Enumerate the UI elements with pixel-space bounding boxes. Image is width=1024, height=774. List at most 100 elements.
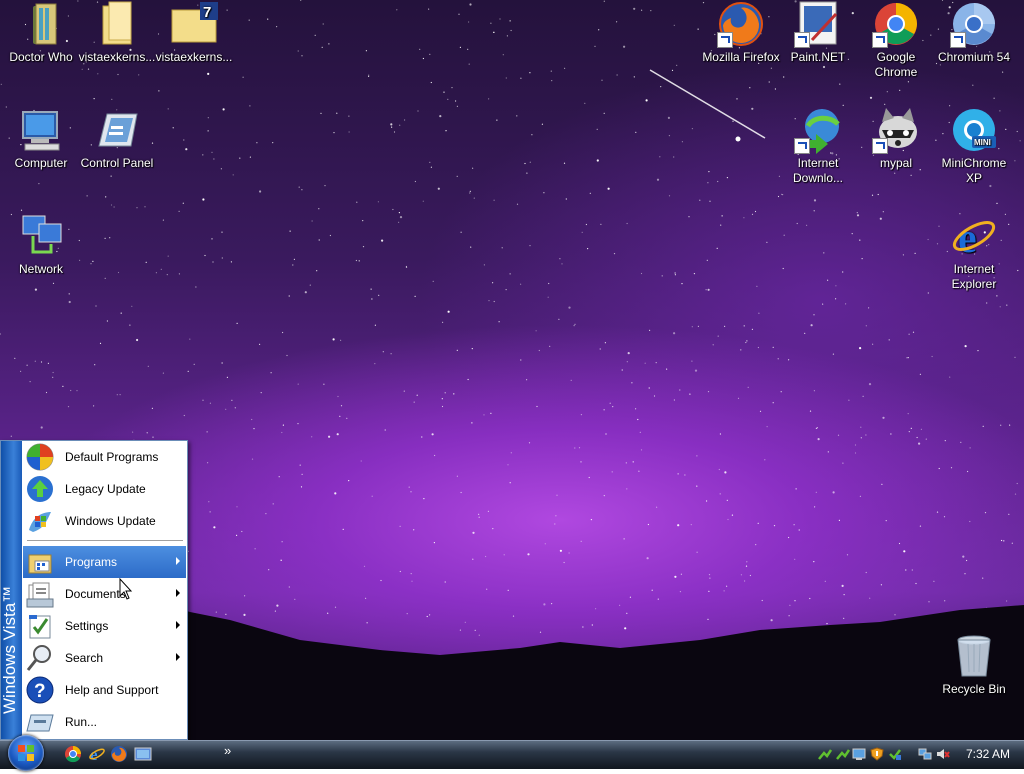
menu-item-programs[interactable]: Programs xyxy=(23,546,186,578)
minichrome-icon: MINI xyxy=(950,106,998,154)
menu-separator xyxy=(27,540,183,542)
start-button[interactable] xyxy=(8,735,44,771)
quick-launch-show-desktop[interactable] xyxy=(134,745,152,763)
desktop-icon-label: Computer xyxy=(14,156,68,170)
network-icon[interactable] xyxy=(818,747,832,761)
network-icon xyxy=(17,212,65,260)
desktop-icon-internet-download-manager[interactable]: Internet Downlo... xyxy=(777,106,859,186)
start-menu-brand-bar: Windows Vista™ xyxy=(0,441,22,739)
firefox-icon xyxy=(111,746,127,762)
submenu-arrow-icon xyxy=(176,589,180,597)
desktop-icon-vistaexkerns-2[interactable]: 7 vistaexkerns... xyxy=(153,0,235,65)
desktop-icon-label: Paint.NET xyxy=(790,50,846,64)
menu-item-search[interactable]: Search xyxy=(23,642,186,674)
menu-item-label: Legacy Update xyxy=(65,482,146,496)
desktop-icon-label: Doctor Who xyxy=(9,50,73,64)
computer-icon xyxy=(17,106,65,154)
desktop-icon-label: vistaexkerns... xyxy=(78,50,156,64)
quick-launch-overflow-button[interactable]: » xyxy=(224,743,231,758)
menu-item-windows-update[interactable]: Windows Update xyxy=(23,505,186,537)
chrome-icon xyxy=(65,746,81,763)
recycle-bin-icon xyxy=(950,632,998,680)
update-icon[interactable] xyxy=(888,747,902,761)
volume-muted-icon[interactable] xyxy=(936,747,950,761)
connection-icon[interactable] xyxy=(918,747,932,761)
search-icon xyxy=(25,643,55,673)
desktop-icon-chromium[interactable]: Chromium 54 xyxy=(933,0,1015,65)
folder-icon xyxy=(17,0,65,48)
submenu-arrow-icon xyxy=(176,621,180,629)
menu-item-label: Windows Update xyxy=(65,514,156,528)
desktop-icon-firefox[interactable]: Mozilla Firefox xyxy=(700,0,782,65)
desktop-icon-control-panel[interactable]: Control Panel xyxy=(76,106,158,171)
desktop-icon-google-chrome[interactable]: Google Chrome xyxy=(855,0,937,80)
shortcut-arrow-icon xyxy=(794,32,810,48)
folder-icon xyxy=(93,0,141,48)
mouse-cursor-icon xyxy=(119,578,133,600)
display-icon[interactable] xyxy=(852,747,866,761)
menu-item-legacy-update[interactable]: Legacy Update xyxy=(23,473,186,505)
desktop-icon-label: Network xyxy=(18,262,63,276)
svg-text:MINI: MINI xyxy=(974,138,991,147)
desktop-icon-label: MiniChrome XP xyxy=(941,156,1007,185)
shortcut-arrow-icon xyxy=(872,32,888,48)
desktop-icon-label: Internet Explorer xyxy=(951,262,997,291)
desktop-icon-label: Chromium 54 xyxy=(937,50,1011,64)
desktop-icon-doctor-who[interactable]: Doctor Who xyxy=(0,0,82,65)
menu-item-label: Programs xyxy=(65,555,118,569)
chrome-icon xyxy=(872,0,920,48)
svg-text:?: ? xyxy=(34,681,46,702)
windows-update-icon xyxy=(25,506,55,536)
menu-item-help-and-support[interactable]: ? Help and Support xyxy=(23,674,186,706)
security-shield-icon[interactable] xyxy=(870,747,884,761)
shortcut-arrow-icon xyxy=(872,138,888,154)
default-programs-icon xyxy=(25,442,55,472)
desktop-icon-recycle-bin[interactable]: Recycle Bin xyxy=(933,632,1015,697)
documents-icon xyxy=(25,579,55,609)
menu-item-default-programs[interactable]: Default Programs xyxy=(23,441,186,473)
desktop-icon-internet-explorer[interactable]: e Internet Explorer xyxy=(933,212,1015,292)
download-manager-icon xyxy=(794,106,842,154)
settings-icon xyxy=(25,611,55,641)
quick-launch-internet-explorer[interactable]: e xyxy=(88,745,106,764)
svg-text:7: 7 xyxy=(203,4,211,21)
help-icon: ? xyxy=(25,675,55,705)
menu-item-settings[interactable]: Settings xyxy=(23,610,186,642)
desktop-icon-label: Mozilla Firefox xyxy=(702,50,780,64)
desktop-icon-label: vistaexkerns... xyxy=(155,50,233,64)
network-icon[interactable] xyxy=(836,747,850,761)
desktop-icon-label: mypal xyxy=(879,156,912,170)
menu-item-label: Default Programs xyxy=(65,450,159,464)
desktop-icon-computer[interactable]: Computer xyxy=(0,106,82,171)
desktop-icon-label: Recycle Bin xyxy=(942,682,1006,696)
desktop-icon-label: Google Chrome xyxy=(874,50,918,79)
desktop-icon-vistaexkerns-1[interactable]: vistaexkerns... xyxy=(76,0,158,65)
control-panel-icon xyxy=(93,106,141,154)
shortcut-arrow-icon xyxy=(794,138,810,154)
submenu-arrow-icon xyxy=(176,653,180,661)
chromium-icon xyxy=(950,0,998,48)
menu-item-label: Search xyxy=(65,651,104,665)
start-menu-brand-text: Windows Vista™ xyxy=(0,585,19,714)
paint-net-icon xyxy=(794,0,842,48)
menu-item-label: Run... xyxy=(65,715,98,729)
menu-item-label: Documents xyxy=(65,587,126,601)
desktop-icon-paint-net[interactable]: Paint.NET xyxy=(777,0,859,65)
desktop-icon-label: Internet Downlo... xyxy=(792,156,844,185)
clock[interactable]: 7:32 AM xyxy=(966,747,1010,761)
desktop-icon-mypal[interactable]: mypal xyxy=(855,106,937,171)
internet-explorer-icon: e xyxy=(89,745,105,764)
firefox-icon xyxy=(717,0,765,48)
programs-icon xyxy=(25,547,55,577)
windows-logo-icon xyxy=(18,745,34,761)
svg-text:e: e xyxy=(958,216,977,260)
desktop-icon-minichrome-xp[interactable]: MINI MiniChrome XP xyxy=(933,106,1015,186)
menu-item-run[interactable]: Run... xyxy=(23,706,186,738)
quick-launch-firefox[interactable] xyxy=(110,745,128,763)
shortcut-arrow-icon xyxy=(950,32,966,48)
desktop-icon-network[interactable]: Network xyxy=(0,212,82,277)
menu-item-label: Settings xyxy=(65,619,109,633)
quick-launch-chrome[interactable] xyxy=(64,745,82,763)
menu-item-documents[interactable]: Documents xyxy=(23,578,186,610)
legacy-update-icon xyxy=(25,474,55,504)
